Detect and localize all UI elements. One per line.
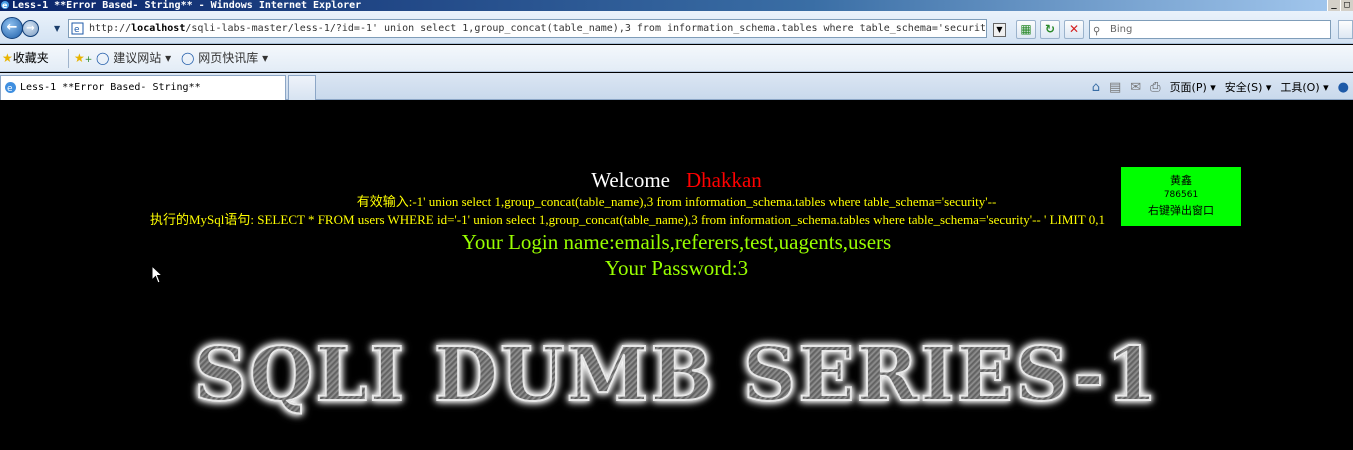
divider [68,49,69,68]
username: Dhakkan [685,168,762,192]
popup-number: 786561 [1163,190,1199,200]
feeds-icon[interactable]: ▤ [1109,80,1121,95]
search-go-button[interactable] [1338,20,1353,39]
command-bar: ⌂ ▤ ✉ ⎙ 页面(P) ▾ 安全(S) ▾ 工具(O) ▾ ● [1092,77,1353,97]
page-icon: e [71,22,84,35]
safety-menu[interactable]: 安全(S) ▾ [1225,79,1272,95]
favorites-button[interactable]: ★收藏夹 [2,51,49,66]
popup-name: 黄鑫 [1170,174,1192,187]
page-content: Welcome Dhakkan 有效输入:-1' union select 1,g… [0,100,1353,450]
address-input[interactable]: e http://localhost/sqli-labs-master/less… [68,19,987,38]
window-title-bar: e Less-1 **Error Based- String** - Window… [0,0,1353,11]
favorites-bar: ★收藏夹 ★+ ◯ 建议网站 ▾ ◯ 网页快讯库 ▾ [0,45,1353,72]
stop-button[interactable]: ✕ [1064,20,1084,39]
ie-page-icon: ◯ [181,51,195,65]
new-tab-button[interactable] [288,75,316,100]
home-icon[interactable]: ⌂ [1092,80,1100,95]
url-host: localhost [131,23,186,34]
help-icon[interactable]: ● [1338,80,1349,95]
forward-button[interactable]: → [22,20,39,37]
read-mail-icon[interactable]: ✉ [1130,80,1141,95]
refresh-button[interactable]: ↻ [1040,20,1060,39]
sqli-dumb-series-banner: SQLI DUMB SERIES-1 [0,331,1353,419]
svg-text:e: e [74,25,80,35]
print-icon[interactable]: ⎙ [1150,80,1160,95]
favorites-item-suggested-sites[interactable]: ◯ 建议网站 ▾ [96,51,171,66]
popup-info-box[interactable]: 黄鑫 786561 右键弹出窗口 [1121,167,1241,226]
back-button[interactable]: ← [1,17,23,39]
star-icon: ★ [2,51,13,65]
mouse-cursor-icon [151,265,163,284]
recent-pages-dropdown[interactable]: ▼ [54,24,60,33]
svg-text:e: e [2,1,8,10]
window-controls: _ □ [1327,0,1353,11]
url-path: /sqli-labs-master/less-1/?id=-1' union s… [185,23,987,34]
address-dropdown-button[interactable]: ▼ [993,23,1006,37]
page-menu[interactable]: 页面(P) ▾ [1170,79,1216,95]
minimize-button[interactable]: _ [1327,0,1340,11]
search-input[interactable]: ⚲ Bing [1089,20,1331,39]
favorites-label: 收藏夹 [12,51,49,65]
search-placeholder: Bing [1110,24,1133,35]
welcome-text: Welcome [591,168,670,192]
tools-menu[interactable]: 工具(O) ▾ [1280,79,1328,95]
url-prefix: http:// [89,23,132,34]
address-toolbar: ← → ▼ e http://localhost/sqli-labs-maste… [0,11,1353,44]
ie-page-icon: ◯ [96,51,110,65]
popup-hint: 右键弹出窗口 [1148,204,1214,217]
tab-bar: e Less-1 **Error Based- String** ⌂ ▤ ✉ ⎙… [0,73,1353,100]
maximize-button[interactable]: □ [1340,0,1353,11]
compatibility-view-button[interactable]: ▦ [1016,20,1036,39]
login-name-result: Your Login name:emails,referers,test,uag… [461,230,892,254]
password-result: Your Password:3 [604,256,749,280]
ie-logo-icon: e [1,1,9,10]
window-title: Less-1 **Error Based- String** - Windows… [12,0,362,11]
search-icon: ⚲ [1093,26,1101,37]
svg-text:e: e [7,84,13,94]
favorites-item-web-slice-gallery[interactable]: ◯ 网页快讯库 ▾ [181,51,268,66]
add-favorite-icon[interactable]: ★+ [74,51,92,68]
tab-label: Less-1 **Error Based- String** [20,82,201,93]
tab-less-1[interactable]: e Less-1 **Error Based- String** [0,75,286,100]
ie-page-icon: e [5,82,16,94]
